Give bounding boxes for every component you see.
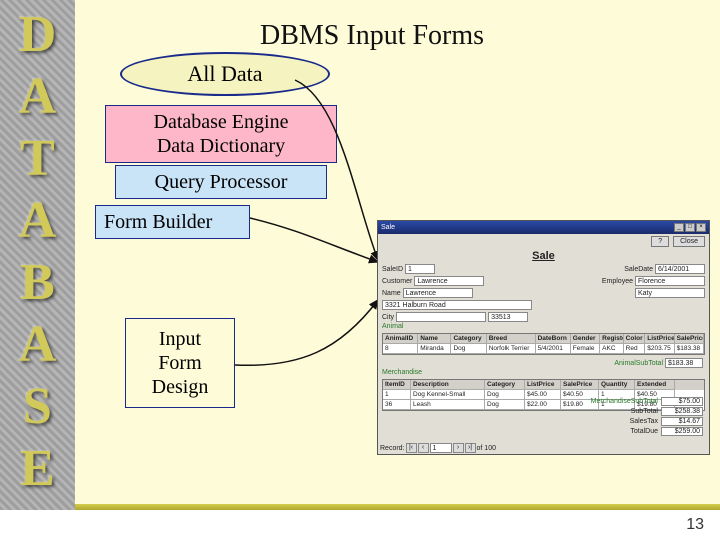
totals-block: MerchandiseSubTotal$75.00 SubTotal$258.3… <box>591 396 703 436</box>
animal-grid-header: AnimalID Name Category Breed DateBorn Ge… <box>383 334 704 344</box>
sale-form-window: Sale _ □ × ? Close Sale SaleID 1 SaleDat… <box>377 220 710 455</box>
saledate-label: SaleDate <box>624 266 653 273</box>
city-field[interactable] <box>396 312 486 322</box>
record-navigator: Record: |‹ ‹ 1 › ›| of 100 <box>380 443 496 453</box>
box-input-form-design: Input Form Design <box>125 318 235 408</box>
ifd-l1: Input <box>152 327 209 351</box>
letter-e: E <box>20 438 55 500</box>
box-form-builder: Form Builder <box>95 205 250 239</box>
animal-section-label: Animal <box>382 323 709 331</box>
page-number: 13 <box>686 516 704 534</box>
merch-subtotal-value: $75.00 <box>661 397 703 406</box>
merch-subtotal-label: MerchandiseSubTotal <box>591 398 658 405</box>
customer-label: Customer <box>382 278 412 285</box>
merch-section-label: Merchandise <box>382 369 709 377</box>
name-field[interactable]: Lawrence <box>403 288 473 298</box>
engine-line1: Database Engine <box>112 110 330 134</box>
letter-a2: A <box>19 190 57 252</box>
engine-line2: Data Dictionary <box>112 134 330 158</box>
subtotal-label: SubTotal <box>631 408 658 415</box>
oval-all-data: All Data <box>120 52 330 96</box>
letter-b: B <box>20 252 55 314</box>
total-value: $259.00 <box>661 427 703 436</box>
name-label: Name <box>382 290 401 297</box>
recnav-prev-icon[interactable]: ‹ <box>418 443 429 453</box>
form-heading: Sale <box>378 248 709 263</box>
recnav-next-icon[interactable]: › <box>453 443 464 453</box>
oval-all-data-label: All Data <box>187 61 262 87</box>
name2-field[interactable]: Katy <box>635 288 705 298</box>
ifd-l3: Design <box>152 375 209 399</box>
footer-bar <box>75 504 720 510</box>
box-query-processor: Query Processor <box>115 165 327 199</box>
letter-a3: A <box>19 314 57 376</box>
merch-grid-header: ItemID Description Category ListPrice Sa… <box>383 380 704 390</box>
close-button[interactable]: Close <box>673 236 705 247</box>
tax-value: $14.67 <box>661 417 703 426</box>
slide-title: DBMS Input Forms <box>260 20 484 52</box>
sidebar-database-letters: D A T A B A S E <box>0 0 75 510</box>
titlebar: Sale _ □ × <box>378 221 709 234</box>
letter-t: T <box>20 128 55 190</box>
animal-subtotal-label: AnimalSubTotal <box>614 360 663 367</box>
form-builder-label: Form Builder <box>104 211 212 233</box>
recnav-first-icon[interactable]: |‹ <box>406 443 417 453</box>
maximize-icon[interactable]: □ <box>685 223 695 232</box>
employee-field[interactable]: Florence <box>635 276 705 286</box>
animal-grid-row[interactable]: 8 Miranda Dog Norfolk Terrier 5/4/2001 F… <box>383 344 704 354</box>
subtotal-value: $258.38 <box>661 407 703 416</box>
window-title: Sale <box>381 224 395 231</box>
recnav-of: of 100 <box>477 445 496 452</box>
query-label: Query Processor <box>155 171 288 193</box>
help-button[interactable]: ? <box>651 236 669 247</box>
letter-s: S <box>23 376 52 438</box>
total-label: TotalDue <box>630 428 658 435</box>
saleid-field[interactable]: 1 <box>405 264 435 274</box>
animal-subtotal-value: $183.38 <box>665 358 703 368</box>
close-icon[interactable]: × <box>696 223 706 232</box>
tax-label: SalesTax <box>630 418 658 425</box>
ifd-l2: Form <box>152 351 209 375</box>
recnav-label: Record: <box>380 445 405 452</box>
saleid-label: SaleID <box>382 266 403 273</box>
saledate-field[interactable]: 6/14/2001 <box>655 264 705 274</box>
customer-field[interactable]: Lawrence <box>414 276 484 286</box>
animal-grid: AnimalID Name Category Breed DateBorn Ge… <box>382 333 705 355</box>
letter-d: D <box>19 4 57 66</box>
recnav-pos[interactable]: 1 <box>430 443 452 453</box>
recnav-last-icon[interactable]: ›| <box>465 443 476 453</box>
letter-a1: A <box>19 66 57 128</box>
zip-field[interactable]: 33513 <box>488 312 528 322</box>
address-field[interactable]: 3321 Halburn Road <box>382 300 532 310</box>
employee-label: Employee <box>602 278 633 285</box>
minimize-icon[interactable]: _ <box>674 223 684 232</box>
box-database-engine: Database Engine Data Dictionary <box>105 105 337 163</box>
